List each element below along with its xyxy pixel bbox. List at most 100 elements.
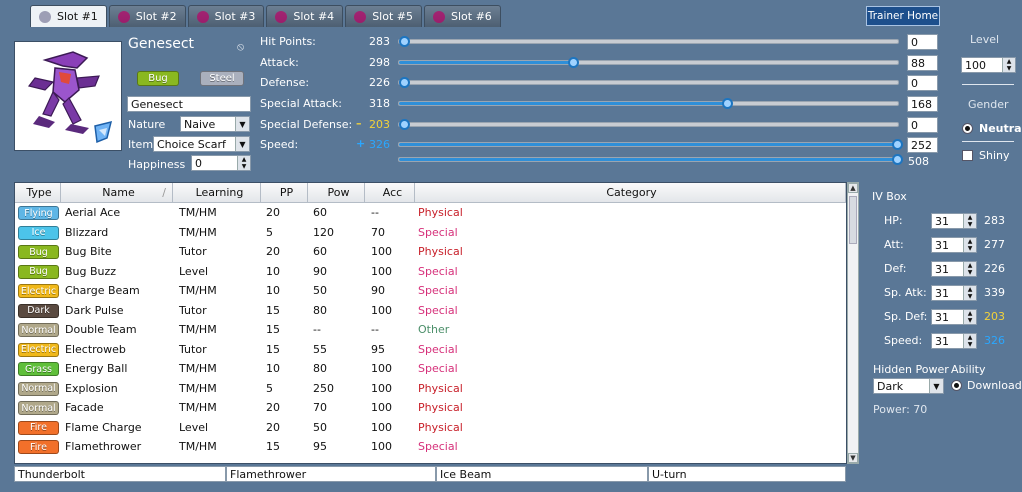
col-category[interactable]: Category <box>415 183 846 202</box>
gender-neutral-radio[interactable]: Neutral <box>962 122 1022 135</box>
moves-table-header: Type Name ∕ Learning PP Pow Acc Category <box>15 183 846 203</box>
spinner-arrows-icon[interactable]: ▲ ▼ <box>963 238 976 252</box>
pokemon-icon <box>196 10 209 23</box>
move-slot-1[interactable]: Thunderbolt <box>14 466 226 482</box>
iv-label: Sp. Def: <box>884 310 928 323</box>
ev-input[interactable]: 168 <box>907 96 938 112</box>
ev-input[interactable]: 252 <box>907 137 938 153</box>
move-type-cell: Fire <box>15 440 61 454</box>
col-learning[interactable]: Learning <box>173 183 261 202</box>
ev-total-value: 508 <box>908 155 929 168</box>
nature-select[interactable]: Naive ▼ <box>180 116 250 132</box>
ev-slider[interactable] <box>398 77 899 88</box>
spinner-arrows-icon[interactable]: ▲ ▼ <box>963 214 976 228</box>
ev-input[interactable]: 0 <box>907 34 938 50</box>
slider-knob[interactable] <box>892 139 903 150</box>
move-pow: 95 <box>313 440 327 454</box>
ev-slider[interactable] <box>398 119 899 130</box>
move-pp: 15 <box>266 323 280 337</box>
move-category: Other <box>418 323 450 337</box>
spinner-arrows-icon[interactable]: ▲ ▼ <box>963 286 976 300</box>
table-row[interactable]: Dark Dark Pulse Tutor 15 80 100 Special <box>15 301 846 321</box>
move-learning: TM/HM <box>179 225 217 239</box>
happiness-stepper[interactable]: 0 ▲ ▼ <box>191 155 251 171</box>
move-slot-4[interactable]: U-turn <box>648 466 846 482</box>
move-category: Special <box>418 362 458 376</box>
slider-knob[interactable] <box>399 77 410 88</box>
move-acc: -- <box>371 323 379 337</box>
iv-box-title: IV Box <box>872 190 907 203</box>
ability-radio[interactable]: Download <box>951 379 1022 392</box>
ev-slider[interactable] <box>398 139 903 150</box>
stat-value: 326 <box>369 138 390 151</box>
slider-knob[interactable] <box>567 57 579 68</box>
nickname-input[interactable] <box>127 96 251 112</box>
ev-input[interactable]: 0 <box>907 117 938 133</box>
table-row[interactable]: Fire Flame Charge Level 20 50 100 Physical <box>15 418 846 438</box>
scroll-thumb[interactable] <box>849 196 857 244</box>
scroll-down-icon[interactable]: ▼ <box>848 453 858 463</box>
table-row[interactable]: Ice Blizzard TM/HM 5 120 70 Special <box>15 223 846 243</box>
col-pp[interactable]: PP <box>261 183 308 202</box>
genesect-icon <box>39 10 51 23</box>
slider-knob[interactable] <box>722 98 734 109</box>
table-row[interactable]: Normal Facade TM/HM 20 70 100 Physical <box>15 398 846 418</box>
spinner-arrows-icon[interactable]: ▲ ▼ <box>963 262 976 276</box>
trainer-home-button[interactable]: Trainer Home <box>866 6 940 26</box>
hidden-power-select[interactable]: Dark ▼ <box>873 378 944 394</box>
tab-slot-2[interactable]: Slot #2 <box>108 5 186 27</box>
ev-input[interactable]: 88 <box>907 55 938 71</box>
spinner-arrows-icon[interactable]: ▲ ▼ <box>963 334 976 348</box>
tab-slot-3[interactable]: Slot #3 <box>187 5 265 27</box>
scroll-up-icon[interactable]: ▲ <box>848 183 858 193</box>
ev-slider[interactable] <box>398 57 899 68</box>
move-slot-2[interactable]: Flamethrower <box>226 466 436 482</box>
iv-stepper[interactable]: 31 ▲ ▼ <box>931 261 977 277</box>
moves-scrollbar[interactable]: ▲ ▼ <box>847 182 859 464</box>
slider-knob[interactable] <box>399 119 410 130</box>
ev-total-bar <box>398 154 903 165</box>
shiny-checkbox[interactable]: Shiny <box>962 149 1010 162</box>
iv-stepper[interactable]: 31 ▲ ▼ <box>931 333 977 349</box>
ev-slider[interactable] <box>398 36 899 47</box>
table-row[interactable]: Bug Bug Buzz Level 10 90 100 Special <box>15 262 846 282</box>
tab-slot-5[interactable]: Slot #5 <box>345 5 422 27</box>
col-acc[interactable]: Acc <box>365 183 415 202</box>
ev-input[interactable]: 0 <box>907 75 938 91</box>
table-row[interactable]: Normal Double Team TM/HM 15 -- -- Other <box>15 320 846 340</box>
move-type-cell: Bug <box>15 264 61 279</box>
iv-stepper[interactable]: 31 ▲ ▼ <box>931 237 977 253</box>
spinner-arrows-icon[interactable]: ▲ ▼ <box>237 156 250 170</box>
table-row[interactable]: Fire Flamethrower TM/HM 15 95 100 Special <box>15 437 846 457</box>
col-name[interactable]: Name ∕ <box>61 183 173 202</box>
table-row[interactable]: Bug Bug Bite Tutor 20 60 100 Physical <box>15 242 846 262</box>
stat-value: 318 <box>369 97 390 110</box>
tab-slot-6[interactable]: Slot #6 <box>423 5 501 27</box>
level-stepper[interactable]: 100 ▲ ▼ <box>961 57 1016 73</box>
move-category: Physical <box>418 381 463 395</box>
iv-stepper[interactable]: 31 ▲ ▼ <box>931 309 977 325</box>
table-row[interactable]: Normal Explosion TM/HM 5 250 100 Physical <box>15 379 846 399</box>
stat-label: Special Attack: <box>260 97 342 110</box>
move-type-cell: Normal <box>15 323 61 337</box>
table-row[interactable]: Grass Energy Ball TM/HM 10 80 100 Special <box>15 359 846 379</box>
iv-stepper[interactable]: 31 ▲ ▼ <box>931 285 977 301</box>
col-type[interactable]: Type <box>15 183 61 202</box>
type-badge-primary: Bug <box>137 71 179 86</box>
radio-icon <box>962 123 973 134</box>
table-row[interactable]: Flying Aerial Ace TM/HM 20 60 -- Physical <box>15 203 846 223</box>
move-slot-3[interactable]: Ice Beam <box>436 466 648 482</box>
tab-slot-1[interactable]: Slot #1 <box>30 5 107 27</box>
table-row[interactable]: Electric Charge Beam TM/HM 10 50 90 Special <box>15 281 846 301</box>
iv-stepper[interactable]: 31 ▲ ▼ <box>931 213 977 229</box>
slider-knob[interactable] <box>399 36 410 47</box>
slider-knob[interactable] <box>892 154 903 165</box>
spinner-arrows-icon[interactable]: ▲ ▼ <box>1002 58 1015 72</box>
table-row[interactable]: Electric Electroweb Tutor 15 55 95 Special <box>15 340 846 360</box>
tab-slot-4[interactable]: Slot #4 <box>266 5 344 27</box>
ev-slider[interactable] <box>398 98 899 109</box>
type-badge-secondary: Steel <box>200 71 244 86</box>
spinner-arrows-icon[interactable]: ▲ ▼ <box>963 310 976 324</box>
item-select[interactable]: Choice Scarf ▼ <box>153 136 250 152</box>
col-pow[interactable]: Pow <box>308 183 365 202</box>
